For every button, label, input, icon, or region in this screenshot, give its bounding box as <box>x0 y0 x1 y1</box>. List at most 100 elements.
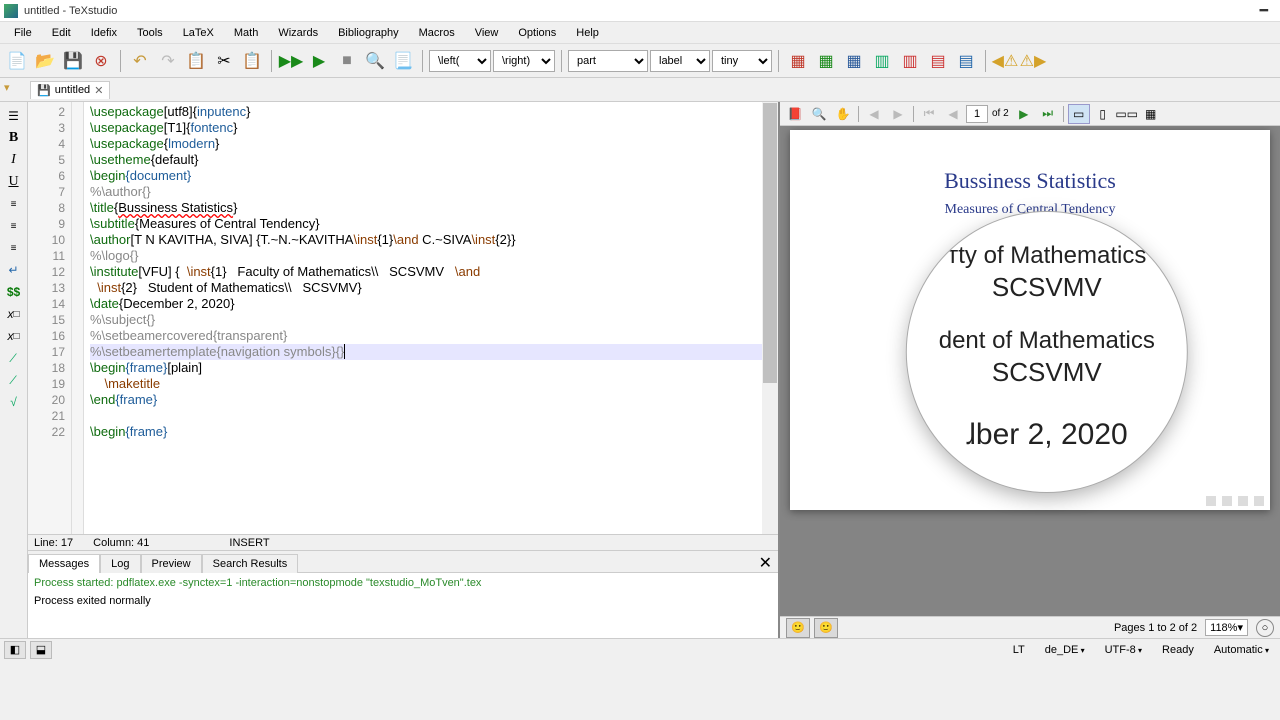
pdf-view[interactable]: Bussiness Statistics Measures of Central… <box>780 126 1280 616</box>
menu-wizards[interactable]: Wizards <box>268 25 328 41</box>
menu-options[interactable]: Options <box>508 25 566 41</box>
menu-file[interactable]: File <box>4 25 42 41</box>
menu-macros[interactable]: Macros <box>409 25 465 41</box>
open-file-button[interactable]: 📂 <box>32 48 58 74</box>
inline-math-button[interactable]: $$ <box>3 282 25 302</box>
single-page-button[interactable]: ▭ <box>1068 104 1090 124</box>
editor-status: Line: 17 Column: 41 INSERT <box>28 534 778 550</box>
panel-close-button[interactable]: ✕ <box>759 553 772 573</box>
close-button[interactable]: ⊗ <box>88 48 114 74</box>
bottom-panel-toggle[interactable]: ⬓ <box>30 641 52 659</box>
save-button[interactable]: 💾 <box>60 48 86 74</box>
scroll-thumb[interactable] <box>763 103 777 383</box>
menu-view[interactable]: View <box>465 25 509 41</box>
side-structure-button[interactable]: ☰ <box>3 106 25 126</box>
preview-toolbar: 📕 🔍 ✋ ◀ ▶ ⏮ ◀ of 2 ▶ ⏭ ▭ ▯ ▭▭ ▦ <box>780 102 1280 126</box>
section-select[interactable]: part <box>568 50 648 72</box>
menu-math[interactable]: Math <box>224 25 268 41</box>
last-page-button[interactable]: ⏭ <box>1037 104 1059 124</box>
superscript-button[interactable]: x□ <box>3 326 25 346</box>
sync-pdf-button[interactable]: 🙂 <box>814 618 838 638</box>
menu-help[interactable]: Help <box>566 25 609 41</box>
zoom-level[interactable]: 118%▾ <box>1205 619 1248 636</box>
align-left-button[interactable]: ▦ <box>785 48 811 74</box>
main-toolbar: 📄 📂 💾 ⊗ ↶ ↷ 📋 ✂ 📋 ▶▶ ▶ ■ 🔍 📃 \left( \rig… <box>0 44 1280 78</box>
align-right-button[interactable]: ▦ <box>841 48 867 74</box>
tab-log[interactable]: Log <box>100 554 140 573</box>
lt-button[interactable]: LT <box>1006 642 1032 658</box>
encoding-select[interactable]: UTF-8 <box>1098 642 1149 658</box>
app-icon <box>4 4 18 18</box>
menu-edit[interactable]: Edit <box>42 25 81 41</box>
fit-button[interactable]: ○ <box>1256 619 1274 637</box>
row-del-button[interactable]: ▤ <box>953 48 979 74</box>
paste-button[interactable]: 📋 <box>239 48 265 74</box>
compile-button[interactable]: ▶ <box>306 48 332 74</box>
menu-latex[interactable]: LaTeX <box>173 25 224 41</box>
first-page-button[interactable]: ⏮ <box>918 104 940 124</box>
language-select[interactable]: de_DE <box>1038 642 1092 658</box>
size-select[interactable]: tiny <box>712 50 772 72</box>
sqrt-button[interactable]: √ <box>3 392 25 412</box>
stop-button[interactable]: ■ <box>334 48 360 74</box>
nav-back-button[interactable]: ◀ <box>863 104 885 124</box>
prev-page-button[interactable]: ◀ <box>942 104 964 124</box>
beamer-nav-icons <box>1206 496 1264 506</box>
code-area[interactable]: \usepackage[utf8]{inputenc}\usepackage[T… <box>84 102 778 534</box>
col-add-button[interactable]: ▥ <box>869 48 895 74</box>
view-log-button[interactable]: 📃 <box>390 48 416 74</box>
two-page-button[interactable]: ▭▭ <box>1116 104 1138 124</box>
tab-close-icon[interactable]: ✕ <box>94 84 103 97</box>
copy-button[interactable]: 📋 <box>183 48 209 74</box>
root-doc-select[interactable]: Automatic <box>1207 642 1276 658</box>
col-del-button[interactable]: ▥ <box>897 48 923 74</box>
tab-search-results[interactable]: Search Results <box>202 554 299 573</box>
center-align-button[interactable]: ≡ <box>3 216 25 236</box>
menu-bibliography[interactable]: Bibliography <box>328 25 409 41</box>
warn-next-button[interactable]: ⚠▶ <box>1020 48 1046 74</box>
page-input[interactable] <box>966 105 988 123</box>
left-bracket-select[interactable]: \left( <box>429 50 491 72</box>
disk-icon: 💾 <box>37 84 51 97</box>
bold-button[interactable]: B <box>3 128 25 148</box>
redo-button[interactable]: ↷ <box>155 48 181 74</box>
tab-preview[interactable]: Preview <box>141 554 202 573</box>
label-select[interactable]: label <box>650 50 710 72</box>
pdf-config-button[interactable]: 📕 <box>784 104 806 124</box>
magnify-button[interactable]: 🔍 <box>808 104 830 124</box>
editor-scrollbar[interactable] <box>762 102 778 534</box>
side-panel-toggle[interactable]: ◧ <box>4 641 26 659</box>
hand-button[interactable]: ✋ <box>832 104 854 124</box>
continuous-button[interactable]: ▯ <box>1092 104 1114 124</box>
magnifier-lens: ᴛty of Mathematics SCSVMV dent of Mathem… <box>907 212 1187 492</box>
row-add-button[interactable]: ▤ <box>925 48 951 74</box>
menu-idefix[interactable]: Idefix <box>81 25 127 41</box>
left-align-button[interactable]: ≡ <box>3 194 25 214</box>
new-file-button[interactable]: 📄 <box>4 48 30 74</box>
sync-source-button[interactable]: 🙂 <box>786 618 810 638</box>
align-center-button[interactable]: ▦ <box>813 48 839 74</box>
undo-button[interactable]: ↶ <box>127 48 153 74</box>
cut-button[interactable]: ✂ <box>211 48 237 74</box>
right-align-button[interactable]: ≡ <box>3 238 25 258</box>
subscript-button[interactable]: x□ <box>3 304 25 324</box>
tab-list-button[interactable]: ▾ <box>4 81 24 99</box>
status-mode: INSERT <box>229 537 269 549</box>
frac-button[interactable]: ⁄ <box>3 348 25 368</box>
build-run-button[interactable]: ▶▶ <box>278 48 304 74</box>
view-pdf-button[interactable]: 🔍 <box>362 48 388 74</box>
underline-button[interactable]: U <box>3 172 25 192</box>
right-bracket-select[interactable]: \right) <box>493 50 555 72</box>
menu-tools[interactable]: Tools <box>127 25 173 41</box>
next-page-button[interactable]: ▶ <box>1013 104 1035 124</box>
italic-button[interactable]: I <box>3 150 25 170</box>
doc-tab-untitled[interactable]: 💾 untitled ✕ <box>30 81 110 99</box>
warn-prev-button[interactable]: ◀⚠ <box>992 48 1018 74</box>
tab-messages[interactable]: Messages <box>28 554 100 573</box>
grid-page-button[interactable]: ▦ <box>1140 104 1162 124</box>
newline-button[interactable]: ↵ <box>3 260 25 280</box>
dfrac-button[interactable]: ⁄ <box>3 370 25 390</box>
minimize-button[interactable]: ━ <box>1260 2 1268 19</box>
nav-fwd-button[interactable]: ▶ <box>887 104 909 124</box>
menu-bar: File Edit Idefix Tools LaTeX Math Wizard… <box>0 22 1280 44</box>
